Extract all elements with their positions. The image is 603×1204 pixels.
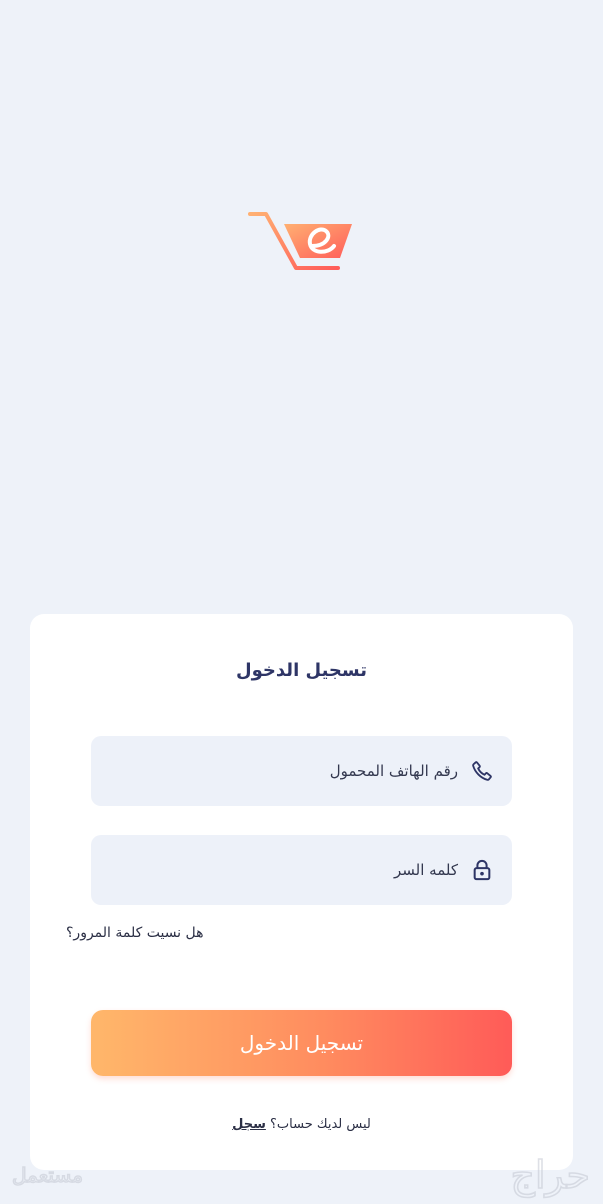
shopping-cart-logo xyxy=(246,206,356,282)
password-field[interactable]: كلمه السر xyxy=(91,835,512,905)
lock-icon xyxy=(470,858,494,882)
watermark: مستعمل حراج xyxy=(0,1148,603,1200)
register-link[interactable]: سجل xyxy=(232,1117,266,1132)
password-placeholder: كلمه السر xyxy=(394,861,458,879)
login-button[interactable]: تسجيل الدخول xyxy=(91,1010,512,1076)
page-title: تسجيل الدخول xyxy=(236,660,367,681)
register-prompt: ليس لديك حساب؟ سجل xyxy=(0,1117,603,1132)
no-account-text: ليس لديك حساب؟ xyxy=(270,1117,371,1132)
phone-icon xyxy=(470,759,494,783)
phone-field[interactable]: رقم الهاتف المحمول xyxy=(91,736,512,806)
watermark-right-text: حراج xyxy=(510,1153,590,1198)
watermark-left-text: مستعمل xyxy=(12,1163,83,1187)
phone-placeholder: رقم الهاتف المحمول xyxy=(329,762,458,780)
forgot-password-link[interactable]: هل نسيت كلمة المرور؟ xyxy=(66,925,246,941)
